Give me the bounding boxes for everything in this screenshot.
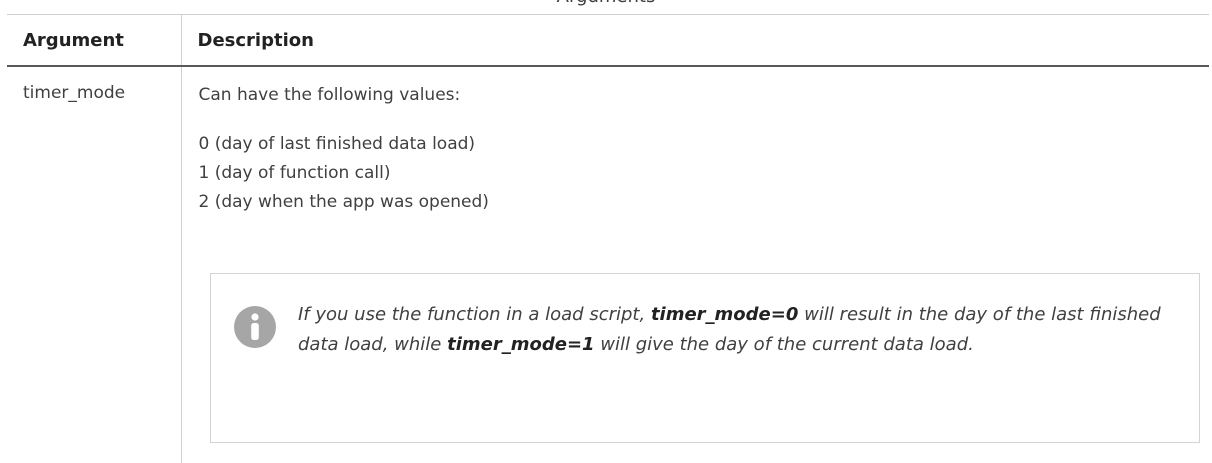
values-list: 0 (day of last finished data load) 1 (da… [199, 130, 1202, 217]
header-description: Description [181, 14, 1209, 67]
note-text-part: If you use the function in a load script… [298, 304, 651, 325]
note-emphasis-timer-mode-1: timer_mode=1 [447, 334, 595, 355]
note-callout: If you use the function in a load script… [210, 273, 1200, 443]
info-icon [234, 306, 276, 348]
header-argument: Argument [7, 14, 182, 67]
note-text: If you use the function in a load script… [298, 300, 1178, 360]
note-emphasis-timer-mode-0: timer_mode=0 [650, 304, 799, 325]
list-item: 1 (day of function call) [198, 163, 391, 183]
note-text-part: will give the day of the current data lo… [594, 334, 974, 355]
table-caption: Arguments [0, 0, 1212, 8]
argument-name: timer_mode [7, 66, 182, 463]
list-item: 0 (day of last finished data load) [198, 134, 476, 154]
description-intro: Can have the following values: [198, 85, 461, 105]
list-item: 2 (day when the app was opened) [198, 192, 489, 212]
table-header-row: Argument Description [7, 14, 1209, 67]
